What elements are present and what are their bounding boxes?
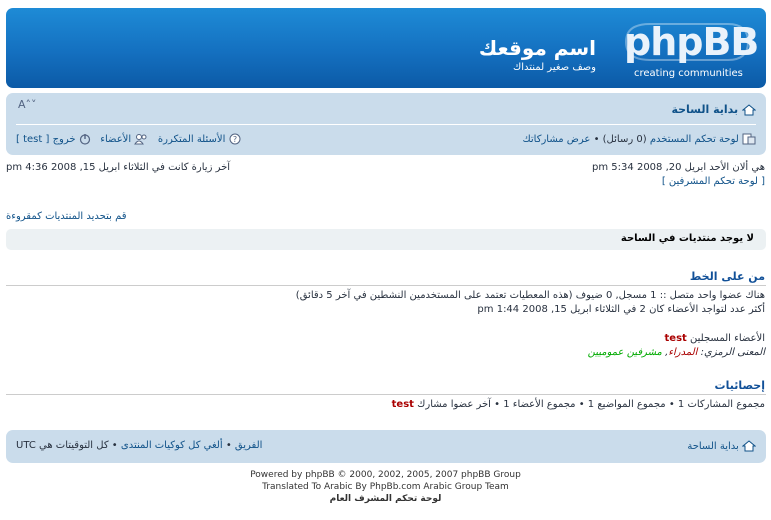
view-posts-link[interactable]: عرض مشاركاتك bbox=[522, 134, 590, 145]
site-header: phpBB creating communities اسم موقعك وصف… bbox=[6, 8, 766, 88]
logo-tagline: creating communities bbox=[634, 68, 743, 79]
breadcrumb-home-link[interactable]: بداية الساحة bbox=[671, 103, 738, 116]
registered-users-line: الأعضاء المسجلين test bbox=[665, 333, 765, 344]
statistics-title: إحصائيات bbox=[714, 379, 765, 392]
ucp-link[interactable]: لوحة تحكم المستخدم bbox=[650, 134, 739, 145]
online-record: أكثر عدد لتواجد الأعضاء كان 2 في الثلاثا… bbox=[477, 304, 765, 315]
messages-count[interactable]: (0 رسائل) bbox=[603, 134, 647, 145]
footer-navbar: بداية الساحة الفريق • ألغي كل كوكيات الم… bbox=[6, 430, 766, 463]
no-forums-message: لا يوجد منتديات في الساحة bbox=[620, 233, 754, 244]
forum-index-page: phpBB creating communities اسم موقعك وصف… bbox=[0, 0, 771, 520]
registered-users-label: الأعضاء المسجلين bbox=[690, 333, 765, 344]
legend-line: المعنى الرمزي: المدراء, مشرفين عموميين bbox=[587, 347, 765, 358]
bullet-separator: • bbox=[593, 134, 600, 145]
faq-icon: ? bbox=[229, 133, 241, 145]
team-link[interactable]: الفريق bbox=[235, 440, 263, 451]
online-divider bbox=[6, 285, 766, 286]
who-is-online-title[interactable]: من على الخط bbox=[690, 270, 765, 283]
timezone-text: كل التوقيتات هي UTC bbox=[16, 440, 109, 451]
powered-by: Powered by phpBB © 2000, 2002, 2005, 200… bbox=[250, 470, 521, 480]
footer-breadcrumb: بداية الساحة bbox=[687, 440, 756, 452]
bullet-separator: • bbox=[111, 440, 118, 451]
legend-admins-link[interactable]: المدراء bbox=[668, 347, 697, 358]
logout-icon bbox=[79, 134, 90, 145]
logout-link[interactable]: خروج [ test ] bbox=[16, 134, 76, 145]
members-link[interactable]: الأعضاء bbox=[100, 134, 131, 145]
mcp-link[interactable]: [ لوحة تحكم المشرفين ] bbox=[592, 175, 765, 189]
footer-links: الفريق • ألغي كل كوكيات المنتدى • كل الت… bbox=[16, 440, 262, 451]
online-summary: هناك عضوا واحد متصل :: 1 مسجل, 0 ضيوف (ه… bbox=[295, 290, 765, 301]
home-icon bbox=[742, 440, 756, 452]
online-user-link[interactable]: test bbox=[665, 333, 687, 344]
font-size-control[interactable]: A˄˅ bbox=[18, 98, 37, 111]
statistics-text: مجموع المشاركات 1 • مجموع المواضيع 1 • م… bbox=[417, 399, 765, 410]
svg-text:?: ? bbox=[232, 135, 236, 144]
site-name: اسم موقعك bbox=[478, 36, 596, 60]
home-icon bbox=[742, 104, 756, 116]
site-description: وصف صغير لمنتداك bbox=[512, 62, 596, 73]
faq-link[interactable]: الأسئلة المتكررة bbox=[158, 134, 225, 145]
mark-forums-read-link[interactable]: قم بتحديد المنتديات كمقروءة bbox=[6, 211, 127, 222]
footer-home-link[interactable]: بداية الساحة bbox=[687, 441, 738, 452]
no-forums-panel: لا يوجد منتديات في الساحة bbox=[6, 229, 766, 250]
bullet-separator: • bbox=[225, 440, 232, 451]
user-links: لوحة تحكم المستخدم (0 رسائل) • عرض مشارك… bbox=[522, 133, 756, 145]
members-icon bbox=[134, 134, 147, 145]
time-info: هي ألان الأحد ابريل 20, 2008 5:34 pm [ ل… bbox=[592, 161, 765, 189]
current-time: هي ألان الأحد ابريل 20, 2008 5:34 pm bbox=[592, 162, 765, 173]
last-visit: آخر زيارة كانت في الثلاثاء ابريل 15, 200… bbox=[6, 162, 231, 173]
legend-label: المعنى الرمزي: bbox=[700, 347, 765, 358]
delete-cookies-link[interactable]: ألغي كل كوكيات المنتدى bbox=[121, 440, 223, 451]
ucp-icon bbox=[742, 133, 756, 145]
right-links: ? الأسئلة المتكررة الأعضاء خروج [ test ] bbox=[16, 133, 241, 145]
acp-link[interactable]: لوحة تحكم المشرف العام bbox=[0, 494, 771, 504]
statistics-line: مجموع المشاركات 1 • مجموع المواضيع 1 • م… bbox=[392, 399, 765, 410]
navbar-divider bbox=[16, 124, 756, 125]
legend-mods-link[interactable]: مشرفين عموميين bbox=[588, 347, 662, 358]
logo-text: phpBB bbox=[624, 20, 759, 64]
stats-divider bbox=[6, 394, 766, 395]
newest-user-link[interactable]: test bbox=[392, 399, 414, 410]
phpbb-logo[interactable]: phpBB creating communities bbox=[620, 18, 759, 80]
translated-by: Translated To Arabic By PhpBb.com Arabic… bbox=[262, 482, 509, 492]
navbar: بداية الساحة A˄˅ لوحة تحكم المستخدم (0 ر… bbox=[6, 93, 766, 155]
breadcrumb: بداية الساحة bbox=[671, 103, 756, 116]
